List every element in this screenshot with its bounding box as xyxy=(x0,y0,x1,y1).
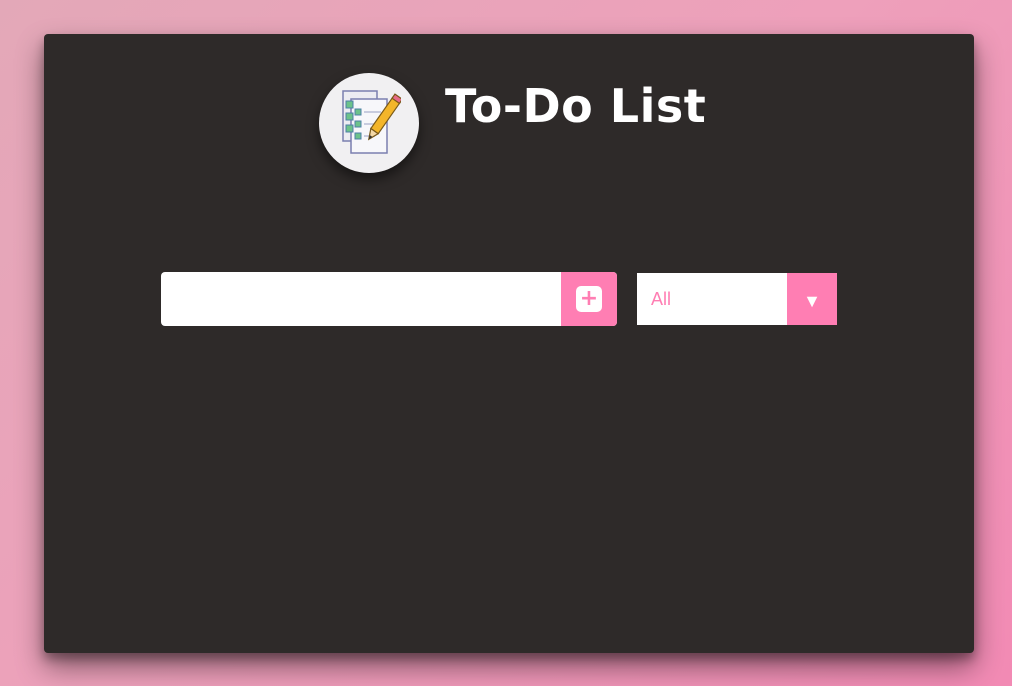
filter-select[interactable]: All ▼ xyxy=(637,273,837,325)
checklist-pencil-icon xyxy=(319,73,419,173)
todo-input[interactable] xyxy=(161,272,561,326)
todo-form: + xyxy=(161,272,617,326)
todo-card: To-Do List + All ▼ xyxy=(44,34,974,653)
plus-icon: + xyxy=(576,286,602,312)
add-todo-button[interactable]: + xyxy=(561,272,617,326)
triangle-down-icon: ▼ xyxy=(787,273,837,325)
page-title: To-Do List xyxy=(445,78,707,133)
filter-selected-value: All xyxy=(651,289,672,309)
app-header: To-Do List xyxy=(319,73,706,173)
